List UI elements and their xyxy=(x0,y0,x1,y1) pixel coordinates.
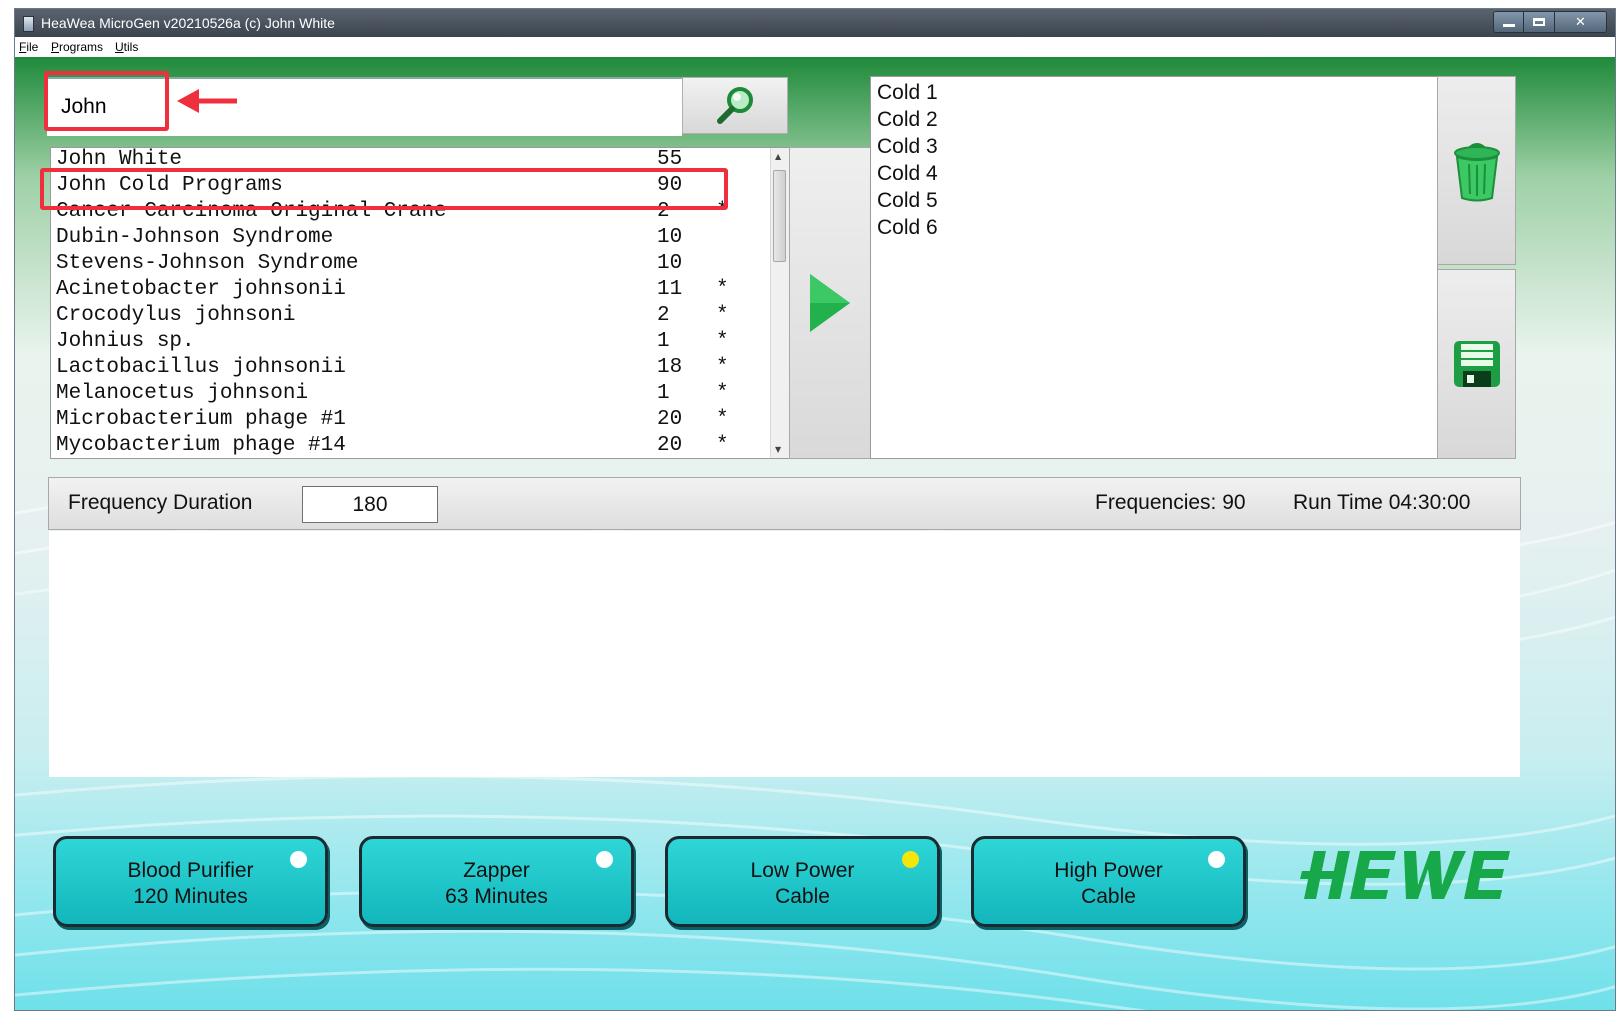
list-item[interactable]: Melanocetus johnsoni 1 * xyxy=(51,382,771,408)
list-item[interactable]: Cold 6 xyxy=(877,216,938,240)
blood-purifier-button[interactable]: Blood Purifier 120 Minutes xyxy=(53,836,328,927)
list-item[interactable]: Microbacterium phage #1 20 * xyxy=(51,408,771,434)
result-name: Stevens-Johnson Syndrome xyxy=(56,252,359,275)
list-item[interactable]: Cold 5 xyxy=(877,189,938,213)
list-item[interactable]: Johnius sp. 1 * xyxy=(51,330,771,356)
list-item[interactable]: Cold 4 xyxy=(877,162,938,186)
result-name: Dubin-Johnson Syndrome xyxy=(56,226,334,249)
mode-sublabel: Cable xyxy=(775,885,830,908)
info-bar: Frequency Duration Frequencies: 90 Run T… xyxy=(48,477,1521,530)
result-star: * xyxy=(716,330,729,353)
result-count: 2 xyxy=(657,304,670,327)
result-star: * xyxy=(716,382,729,405)
delete-button[interactable] xyxy=(1437,76,1516,265)
result-star: * xyxy=(716,304,729,327)
result-count: 20 xyxy=(657,408,683,431)
menu-utils[interactable]: Utils xyxy=(115,40,138,54)
result-name: Microbacterium phage #1 xyxy=(56,408,346,431)
list-item[interactable]: Cold 1 xyxy=(877,81,938,105)
window-controls: ✕ xyxy=(1493,11,1607,33)
add-program-button[interactable] xyxy=(789,147,871,459)
menu-bar: File Programs Utils xyxy=(15,37,1615,57)
low-power-cable-button[interactable]: Low Power Cable xyxy=(665,836,940,927)
result-star: * xyxy=(716,434,729,457)
list-item[interactable]: Acinetobacter johnsonii 11 * xyxy=(51,278,771,304)
search-button[interactable] xyxy=(682,77,788,134)
list-item[interactable]: Crocodylus johnsoni 2 * xyxy=(51,304,771,330)
mode-label: Zapper xyxy=(463,859,530,882)
status-led-icon xyxy=(596,851,613,868)
mode-label: High Power xyxy=(1054,859,1163,882)
result-name: Mycobacterium phage #14 xyxy=(56,434,346,457)
result-star: * xyxy=(716,278,729,301)
frequencies-count: Frequencies: 90 xyxy=(1095,491,1246,514)
minimize-button[interactable] xyxy=(1494,12,1525,32)
result-count: 20 xyxy=(657,434,683,457)
maximize-button[interactable] xyxy=(1524,12,1555,32)
program-queue-list[interactable]: Cold 1 Cold 2 Cold 3 Cold 4 Cold 5 Cold … xyxy=(870,76,1438,459)
title-bar[interactable]: HeaWea MicroGen v20210526a (c) John Whit… xyxy=(15,9,1615,37)
result-count: 10 xyxy=(657,252,683,275)
result-star: * xyxy=(716,356,729,379)
window-title: HeaWea MicroGen v20210526a (c) John Whit… xyxy=(41,15,335,31)
mode-sublabel: 63 Minutes xyxy=(445,885,548,908)
scroll-down-icon[interactable]: ▼ xyxy=(775,445,781,454)
run-time: Run Time 04:30:00 xyxy=(1293,491,1471,514)
list-item[interactable]: Cold 3 xyxy=(877,135,938,159)
result-count: 18 xyxy=(657,356,683,379)
mode-label: Blood Purifier xyxy=(127,859,254,882)
play-arrow-icon xyxy=(810,274,850,332)
menu-programs[interactable]: Programs xyxy=(51,40,103,54)
app-icon xyxy=(23,16,34,32)
save-button[interactable] xyxy=(1437,269,1516,459)
result-count: 1 xyxy=(657,330,670,353)
close-button[interactable]: ✕ xyxy=(1554,12,1606,32)
floppy-disk-icon xyxy=(1453,341,1500,387)
minimize-icon xyxy=(1502,24,1515,27)
result-name: Melanocetus johnsoni xyxy=(56,382,309,405)
menu-file[interactable]: File xyxy=(19,40,38,54)
result-name: Lactobacillus johnsonii xyxy=(56,356,346,379)
list-item[interactable]: Lactobacillus johnsonii 18 * xyxy=(51,356,771,382)
result-count: 10 xyxy=(657,226,683,249)
annotation-highlight-search xyxy=(44,71,169,131)
list-item[interactable]: Stevens-Johnson Syndrome 10 xyxy=(51,252,771,278)
annotation-highlight-result xyxy=(40,168,728,210)
duration-label: Frequency Duration xyxy=(68,491,253,514)
mode-sublabel: Cable xyxy=(1081,885,1136,908)
hewe-logo xyxy=(1300,851,1510,899)
result-name: Johnius sp. xyxy=(56,330,195,353)
output-panel xyxy=(49,531,1520,777)
main-panel: John White 55 John Cold Programs 90 Canc… xyxy=(15,57,1615,1010)
close-icon: ✕ xyxy=(1575,14,1586,30)
duration-input[interactable] xyxy=(302,486,438,523)
high-power-cable-button[interactable]: High Power Cable xyxy=(971,836,1246,927)
status-led-icon xyxy=(290,851,307,868)
app-window: HeaWea MicroGen v20210526a (c) John Whit… xyxy=(14,8,1616,1011)
result-count: 1 xyxy=(657,382,670,405)
maximize-icon xyxy=(1533,18,1546,26)
annotation-arrow-icon xyxy=(177,89,237,113)
mode-sublabel: 120 Minutes xyxy=(133,885,248,908)
result-name: Acinetobacter johnsonii xyxy=(56,278,346,301)
status-led-icon xyxy=(1208,851,1225,868)
list-item[interactable]: Dubin-Johnson Syndrome 10 xyxy=(51,226,771,252)
scroll-up-icon[interactable]: ▲ xyxy=(775,152,781,161)
result-count: 11 xyxy=(657,278,683,301)
list-item[interactable]: Mycobacterium phage #14 20 * xyxy=(51,434,771,458)
result-name: Crocodylus johnsoni xyxy=(56,304,296,327)
trash-icon xyxy=(1453,142,1500,201)
zapper-button[interactable]: Zapper 63 Minutes xyxy=(359,836,634,927)
list-item[interactable]: Cold 2 xyxy=(877,108,938,132)
magnifier-icon xyxy=(717,86,753,124)
mode-label: Low Power xyxy=(750,859,855,882)
result-star: * xyxy=(716,408,729,431)
results-scrollbar[interactable]: ▲ ▼ xyxy=(770,148,789,458)
scroll-thumb[interactable] xyxy=(773,170,786,262)
status-led-icon xyxy=(902,851,919,868)
